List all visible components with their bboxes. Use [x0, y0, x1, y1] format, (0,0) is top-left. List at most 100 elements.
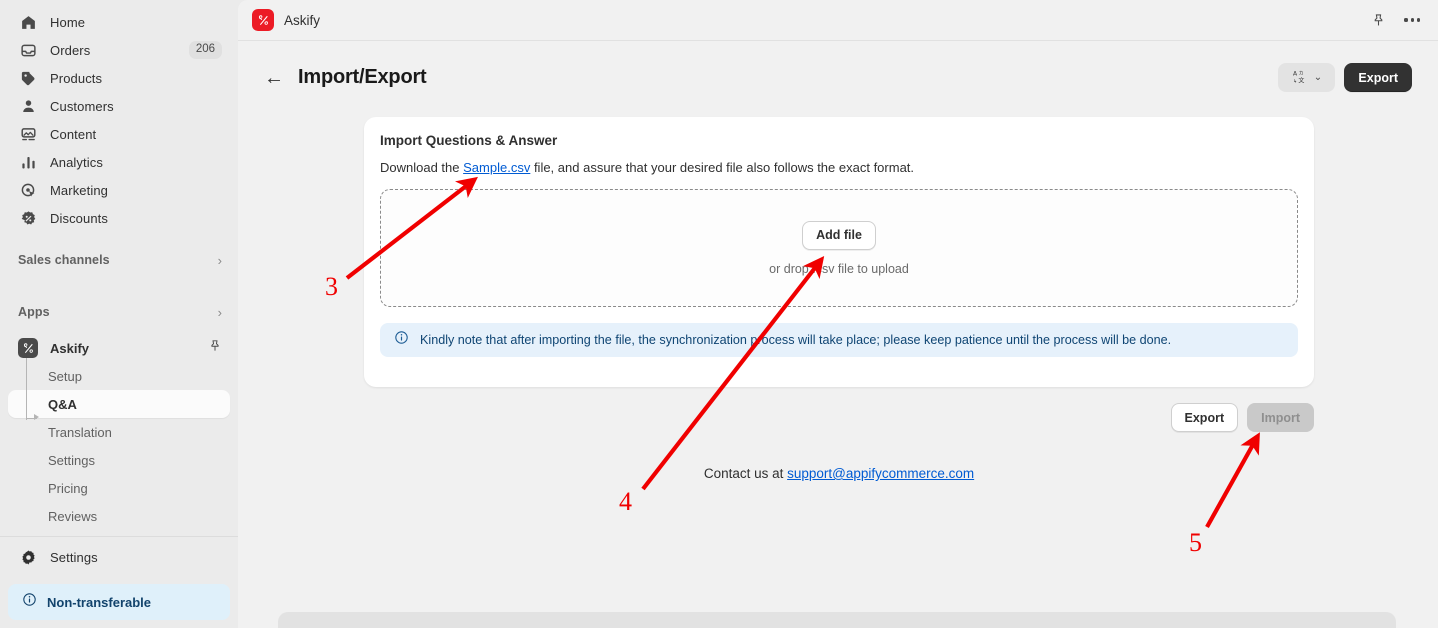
chevron-right-icon: ›	[217, 252, 222, 268]
non-transferable-label: Non-transferable	[47, 594, 152, 610]
chevron-right-icon: ›	[217, 304, 222, 320]
file-dropzone[interactable]: Add file or drop .csv file to upload	[380, 189, 1298, 307]
page-title: Import/Export	[298, 66, 427, 88]
sync-info-text: Kindly note that after importing the fil…	[420, 333, 1172, 347]
page-header-actions: A カ ↳ 文 ⌄ Export	[1278, 63, 1412, 92]
annotation-number-3: 3	[325, 272, 338, 301]
app-topbar: Askify	[238, 0, 1438, 41]
gear-icon	[18, 547, 38, 567]
sidebar-subitem-qa[interactable]: Q&A	[8, 390, 230, 418]
svg-text:↳: ↳	[1293, 78, 1297, 84]
support-email-link[interactable]: support@appifycommerce.com	[787, 466, 974, 481]
sidebar-item-label: Content	[50, 126, 97, 142]
add-file-button[interactable]: Add file	[802, 220, 876, 250]
svg-text:文: 文	[1298, 77, 1304, 84]
language-selector-button[interactable]: A カ ↳ 文 ⌄	[1278, 63, 1336, 92]
chevron-down-icon: ⌄	[1313, 72, 1323, 83]
sidebar-item-label: Settings	[50, 549, 98, 565]
subitem-label: Pricing	[48, 480, 88, 496]
subitem-label: Q&A	[48, 396, 77, 412]
askify-subnav: Setup Q&A Translation Settings Pricing R…	[0, 358, 238, 530]
topbar-actions	[1371, 13, 1420, 28]
non-transferable-banner[interactable]: Non-transferable	[8, 584, 230, 620]
tree-connector-line	[26, 358, 27, 420]
sidebar-subitem-translation[interactable]: Translation	[8, 418, 230, 446]
sidebar-item-label: Orders	[50, 42, 91, 58]
sidebar-subitem-setup[interactable]: Setup	[8, 362, 230, 390]
products-tag-icon	[18, 68, 38, 88]
orders-icon	[18, 40, 38, 60]
sidebar-section-apps[interactable]: Apps ›	[8, 298, 230, 326]
svg-text:A: A	[1293, 70, 1298, 77]
askify-app-icon	[18, 338, 38, 358]
card-footer-actions: Export Import	[364, 403, 1314, 432]
main-panel: Askify ← Import/Export A カ ↳ 文 ⌄ Export …	[238, 0, 1438, 628]
annotation-number-4: 4	[619, 487, 632, 516]
export-button-bottom[interactable]: Export	[1170, 403, 1239, 432]
info-circle-icon	[22, 592, 37, 612]
app-brand-name: Askify	[284, 12, 321, 28]
sidebar-item-orders[interactable]: Orders 206	[8, 36, 230, 64]
subitem-label: Translation	[48, 424, 112, 440]
sidebar-item-analytics[interactable]: Analytics	[8, 148, 230, 176]
sidebar-section-sales-channels[interactable]: Sales channels ›	[8, 246, 230, 274]
annotation-number-5: 5	[1189, 528, 1202, 557]
card-description: Download the Sample.csv file, and assure…	[380, 160, 1298, 175]
sidebar-app-askify[interactable]: Askify	[8, 334, 230, 362]
subitem-label: Settings	[48, 452, 95, 468]
sales-channels-label: Sales channels	[18, 253, 110, 267]
marketing-target-icon	[18, 180, 38, 200]
contact-text: Contact us at	[703, 466, 788, 481]
sidebar-item-customers[interactable]: Customers	[8, 92, 230, 120]
sidebar-item-discounts[interactable]: Discounts	[8, 204, 230, 232]
sidebar-divider	[0, 536, 238, 537]
sidebar-item-home[interactable]: Home	[8, 8, 230, 36]
analytics-bars-icon	[18, 152, 38, 172]
apps-label: Apps	[18, 305, 50, 319]
tree-connector-arrow	[34, 414, 39, 420]
askify-app-label: Askify	[50, 340, 90, 356]
import-card: Import Questions & Answer Download the S…	[364, 117, 1314, 387]
svg-text:カ: カ	[1298, 70, 1303, 76]
contact-line: Contact us at support@appifycommerce.com	[364, 466, 1314, 481]
sidebar-item-label: Products	[50, 70, 103, 86]
discounts-badge-icon	[18, 208, 38, 228]
page-header: ← Import/Export A カ ↳ 文 ⌄ Export	[238, 41, 1438, 92]
home-icon	[18, 12, 38, 32]
sidebar-subitem-reviews[interactable]: Reviews	[8, 502, 230, 530]
sidebar-subitem-settings[interactable]: Settings	[8, 446, 230, 474]
sidebar-item-label: Home	[50, 14, 86, 30]
translate-icon: A カ ↳ 文	[1292, 68, 1308, 87]
pin-icon[interactable]	[208, 339, 222, 358]
pin-icon[interactable]	[1371, 13, 1386, 28]
panel-bottom-edge	[278, 612, 1396, 628]
import-button[interactable]: Import	[1247, 403, 1314, 432]
export-button-top[interactable]: Export	[1344, 63, 1412, 92]
back-arrow-icon[interactable]: ←	[264, 68, 284, 88]
info-circle-icon	[394, 330, 409, 350]
orders-count-badge: 206	[188, 41, 222, 59]
askify-logo-icon	[252, 9, 274, 31]
description-text-before: Download the	[380, 160, 464, 175]
card-title: Import Questions & Answer	[380, 133, 558, 148]
sidebar-item-label: Marketing	[50, 182, 108, 198]
sidebar-item-settings[interactable]: Settings	[8, 543, 230, 571]
description-text-after: file, and assure that your desired file …	[530, 160, 915, 175]
sidebar-subitem-pricing[interactable]: Pricing	[8, 474, 230, 502]
sidebar: Home Orders 206 Products Customers Conte…	[0, 0, 238, 628]
app-root: Home Orders 206 Products Customers Conte…	[0, 0, 1438, 628]
content-image-icon	[18, 124, 38, 144]
dropzone-hint: or drop .csv file to upload	[769, 261, 909, 276]
sidebar-item-marketing[interactable]: Marketing	[8, 176, 230, 204]
sidebar-item-products[interactable]: Products	[8, 64, 230, 92]
subitem-label: Setup	[48, 368, 82, 384]
sidebar-item-label: Customers	[50, 98, 114, 114]
sidebar-item-label: Analytics	[50, 154, 103, 170]
more-horizontal-icon[interactable]	[1404, 18, 1420, 22]
sidebar-item-label: Discounts	[50, 210, 108, 226]
subitem-label: Reviews	[48, 508, 98, 524]
sync-info-banner: Kindly note that after importing the fil…	[380, 323, 1298, 357]
sample-csv-link[interactable]: Sample.csv	[463, 160, 530, 175]
sidebar-item-content[interactable]: Content	[8, 120, 230, 148]
customers-person-icon	[18, 96, 38, 116]
